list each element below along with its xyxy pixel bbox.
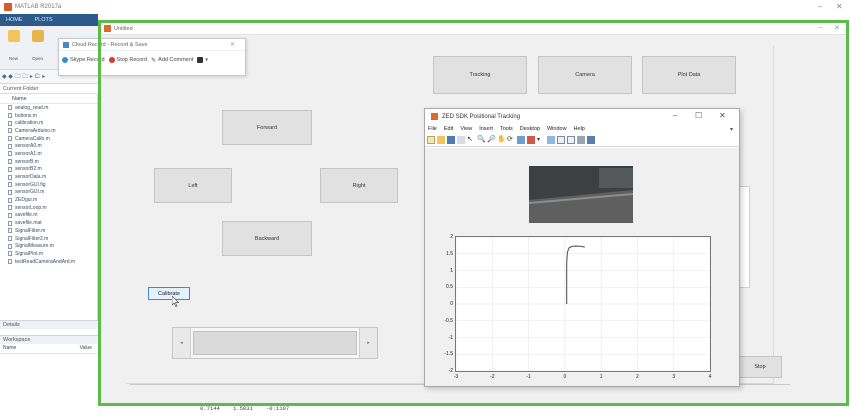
file-icon: [8, 182, 12, 188]
file-list-item[interactable]: ZEDgui.m: [0, 196, 97, 204]
file-list-item[interactable]: sensorGUI.fig: [0, 181, 97, 189]
matlab-title: MATLAB R2017a: [15, 4, 62, 10]
file-icon: [8, 251, 12, 257]
file-name: sensorA0.m: [15, 143, 42, 150]
file-icon: [8, 197, 12, 203]
minimize-icon[interactable]: –: [818, 2, 822, 11]
ws-value-col[interactable]: Value: [80, 345, 92, 353]
file-icon: [8, 166, 12, 172]
current-folder-header: Current Folder: [0, 84, 98, 94]
file-name: SignalPlot.m: [15, 250, 44, 257]
file-icon: [8, 159, 12, 165]
file-name: calibration.m: [15, 120, 44, 127]
file-icon: [8, 259, 12, 265]
file-list-item[interactable]: sensorB2.m: [0, 166, 97, 174]
details-panel-header[interactable]: Details: [0, 320, 98, 329]
file-name: sensorData.m: [15, 174, 47, 181]
file-list-item[interactable]: savefile.m: [0, 212, 97, 220]
file-name: analog_read.m: [15, 104, 49, 111]
file-list-item[interactable]: sensorA0.m: [0, 142, 97, 150]
file-name: sensorGUI.m: [15, 189, 45, 196]
file-name: savefile.m: [15, 212, 38, 219]
workspace-body: [0, 354, 98, 418]
open-label: Open: [32, 56, 44, 61]
file-icon: [8, 228, 12, 234]
file-icon: [8, 113, 12, 119]
file-list-item[interactable]: buttons.m: [0, 112, 97, 120]
file-name: SignalMeasure.m: [15, 243, 54, 250]
file-list-item[interactable]: sensorData.m: [0, 173, 97, 181]
file-list-item[interactable]: testReadCameraAndArd.m: [0, 258, 97, 266]
file-list-item[interactable]: calibration.m: [0, 119, 97, 127]
highlight-frame: [98, 20, 849, 406]
file-name: CameraArduino.m: [15, 127, 56, 134]
file-icon: [8, 212, 12, 218]
tab-plots[interactable]: PLOTS: [29, 17, 59, 23]
file-icon: [8, 205, 12, 211]
file-list-item[interactable]: sensorGUI.m: [0, 189, 97, 197]
matlab-logo-icon: [4, 3, 12, 11]
file-name: sensorGUI.fig: [15, 181, 46, 188]
file-name: CameraCalib.m: [15, 135, 50, 142]
file-icon: [8, 151, 12, 157]
cmd-line: 0.7144 1.5831 -0.1107: [200, 405, 290, 412]
new-icon[interactable]: [8, 30, 20, 42]
file-icon: [8, 136, 12, 142]
column-header-name[interactable]: Name: [0, 94, 97, 104]
file-list-item[interactable]: CameraArduino.m: [0, 127, 97, 135]
close-icon[interactable]: ✕: [836, 2, 843, 11]
file-rows: analog_read.m buttons.m calibration.m Camer…: [0, 104, 97, 265]
file-list-item[interactable]: analog_read.m: [0, 104, 97, 112]
file-list-item[interactable]: SignalPlot.m: [0, 250, 97, 258]
file-list-item[interactable]: SignalFilter.m: [0, 227, 97, 235]
file-icon: [8, 105, 12, 111]
file-name: sensorA1.m: [15, 150, 42, 157]
file-icon: [8, 236, 12, 242]
address-path: ◆ ◆ 🗀 🗀 ▸ C: ▸: [2, 73, 46, 80]
new-label: New: [9, 56, 19, 61]
file-name: buttons.m: [15, 112, 37, 119]
matlab-ribbon-tabs: HOME PLOTS: [0, 14, 98, 26]
file-icon: [8, 243, 12, 249]
file-name: sensorB2.m: [15, 166, 42, 173]
skype-icon: [62, 57, 68, 63]
file-icon: [8, 128, 12, 134]
file-icon: [8, 189, 12, 195]
file-name: sensorB.m: [15, 158, 39, 165]
file-name: ZEDgui.m: [15, 197, 38, 204]
tab-home[interactable]: HOME: [0, 17, 29, 23]
open-icon[interactable]: [32, 30, 44, 42]
matlab-titlebar: MATLAB R2017a – ✕: [0, 0, 850, 14]
file-list-item[interactable]: SignalFilter2.m: [0, 235, 97, 243]
file-list-item[interactable]: savefile.mat: [0, 219, 97, 227]
file-name: SignalFilter2.m: [15, 235, 49, 242]
file-list-item[interactable]: CameraCalib.m: [0, 135, 97, 143]
file-name: SignalFilter.m: [15, 227, 46, 234]
workspace-panel-header[interactable]: Workspace: [0, 335, 98, 344]
file-icon: [8, 220, 12, 226]
file-name: sensorLoop.m: [15, 204, 47, 211]
file-list-item[interactable]: SignalMeasure.m: [0, 242, 97, 250]
file-list-item[interactable]: sensorA1.m: [0, 150, 97, 158]
workspace-columns: Name Value: [0, 345, 98, 354]
file-name: savefile.mat: [15, 220, 42, 227]
file-name: testReadCameraAndArd.m: [15, 258, 76, 265]
current-folder-list: Name analog_read.m buttons.m calibration.m…: [0, 94, 98, 320]
ws-name-col[interactable]: Name: [3, 345, 16, 353]
file-list-item[interactable]: sensorLoop.m: [0, 204, 97, 212]
file-icon: [8, 143, 12, 149]
file-icon: [8, 120, 12, 126]
file-icon: [8, 174, 12, 180]
file-list-item[interactable]: sensorB.m: [0, 158, 97, 166]
cloud-record-icon: [63, 41, 69, 48]
